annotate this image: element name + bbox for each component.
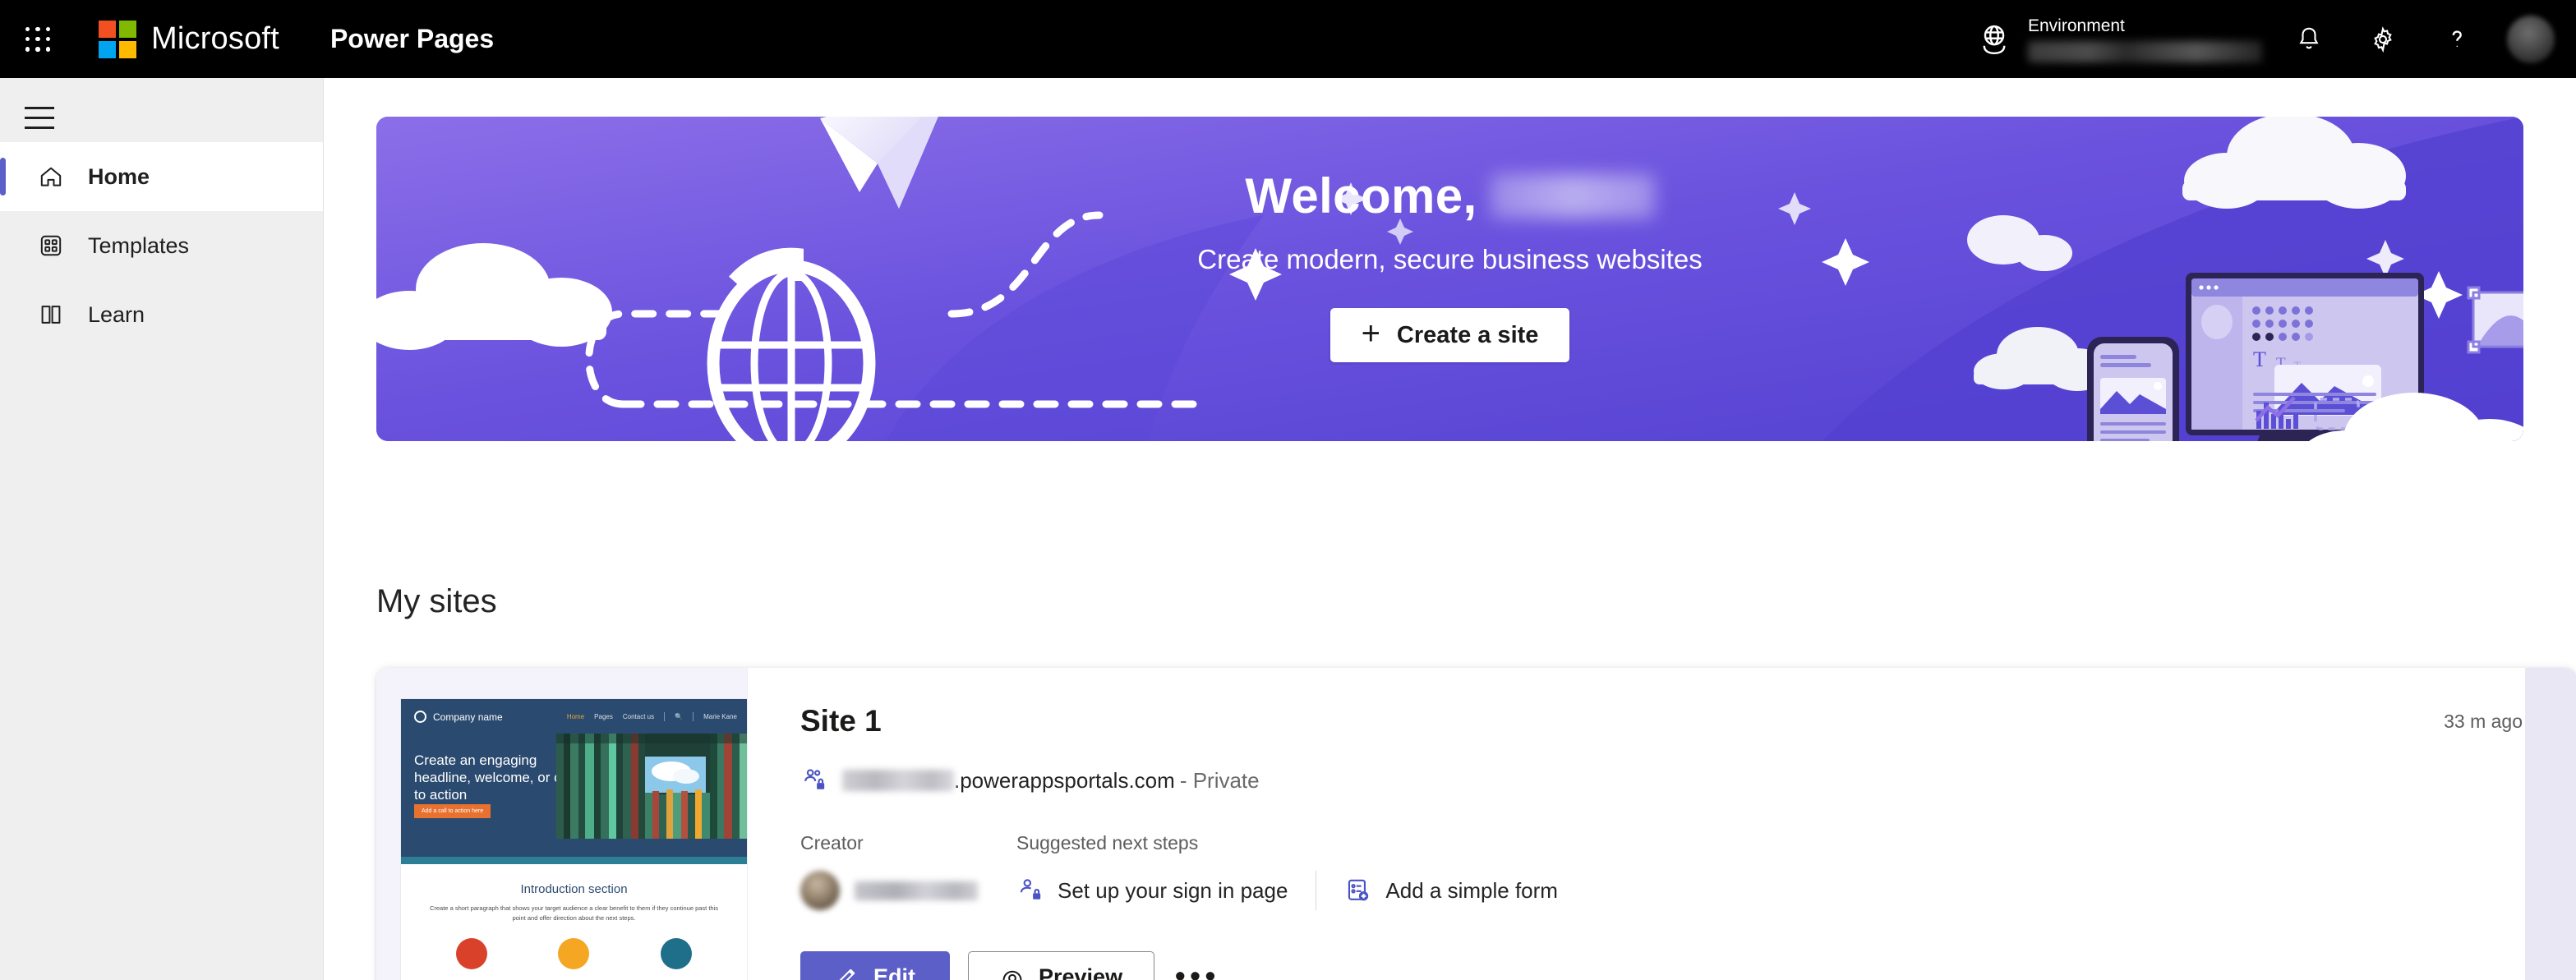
thumbnail-logo-icon [414, 711, 426, 723]
hero-text-block: Welcome, Create modern, secure business … [376, 168, 2523, 362]
site-name: Site 1 [800, 704, 882, 738]
thumbnail-nav-user: Marie Kane [703, 713, 737, 720]
thumbnail-nav: Company name Home Pages Contact us 🔍 Mar… [401, 699, 747, 723]
person-lock-icon [1020, 879, 1041, 899]
suggested-next-steps-list: Set up your sign in page Add a simple fo… [1016, 871, 1558, 910]
bell-icon [2299, 27, 2319, 48]
site-meta-row: Creator Suggested next steps Set up your… [800, 832, 2576, 910]
sidebar-item-templates[interactable]: Templates [0, 211, 323, 280]
suggested-next-steps-label: Suggested next steps [1016, 832, 1199, 853]
edit-button-label: Edit [873, 964, 915, 980]
creator-name-redacted [855, 881, 978, 900]
suggested-next-steps-block: Suggested next steps Set up your sign in… [1016, 832, 1558, 910]
home-icon [37, 163, 65, 191]
creator-avatar [800, 871, 840, 910]
create-a-site-label: Create a site [1396, 321, 1539, 348]
sidebar-item-templates-label: Templates [88, 232, 190, 258]
microsoft-logo-icon [99, 20, 136, 58]
site-thumbnail-frame: Company name Home Pages Contact us 🔍 Mar… [401, 699, 747, 980]
site-actions-row: Edit Preview ••• [800, 951, 2576, 980]
brand-name: Microsoft [151, 21, 279, 56]
people-lock-icon [804, 769, 825, 789]
thumbnail-nav-home: Home [566, 713, 585, 720]
thumbnail-nav-divider-1 [664, 712, 666, 721]
book-icon [37, 301, 65, 329]
left-navigation-sidebar: Home Templates Learn [0, 78, 324, 980]
thumbnail-nav-links: Home Pages Contact us 🔍 Marie Kane [567, 712, 747, 721]
environment-value-redacted [2028, 41, 2262, 62]
thumbnail-nav-pages: Pages [594, 713, 613, 720]
top-bar-right-cluster: Environment [1977, 0, 2576, 78]
templates-grid-icon [37, 232, 65, 260]
gear-icon [2374, 25, 2392, 53]
site-card-details: Site 1 33 m ago .powerappsportals.com - … [748, 668, 2576, 980]
hero-subtitle: Create modern, secure business websites [1197, 244, 1703, 274]
next-step-add-a-simple-form[interactable]: Add a simple form [1344, 876, 1558, 904]
thumbnail-nav-contact: Contact us [622, 713, 655, 720]
thumbnail-nav-divider-2 [693, 712, 694, 721]
form-add-icon [1348, 879, 1369, 901]
help-button[interactable] [2430, 12, 2484, 67]
create-a-site-button[interactable]: + Create a site [1329, 308, 1570, 362]
thumbnail-intro-body: Create a short paragraph that shows your… [429, 904, 719, 922]
preview-button-label: Preview [1039, 964, 1123, 980]
thumbnail-feature-circles [401, 938, 747, 969]
thumbnail-hero-photo [556, 734, 747, 839]
environment-label: Environment [2028, 16, 2125, 35]
app-launcher-waffle-icon[interactable] [18, 20, 58, 59]
thumbnail-body: Introduction section Create a short para… [401, 882, 747, 969]
main-content-area: T T T [324, 78, 2576, 980]
site-last-modified: 33 m ago [2444, 711, 2523, 732]
creator-block: Creator [800, 832, 1016, 910]
hero-greeting-row: Welcome, [1245, 168, 1655, 224]
next-step-label: Set up your sign in page [1058, 877, 1288, 903]
user-avatar[interactable] [2507, 15, 2555, 63]
environment-picker[interactable]: Environment [1977, 16, 2262, 62]
pencil-icon [839, 968, 855, 980]
question-mark-icon [2452, 30, 2462, 47]
settings-button[interactable] [2356, 12, 2410, 67]
app-title: Power Pages [329, 24, 495, 53]
notifications-button[interactable] [2282, 12, 2336, 67]
environment-globe-icon [1983, 25, 2006, 54]
hero-user-name-redacted [1490, 173, 1655, 219]
sidebar-item-learn[interactable]: Learn [0, 280, 323, 349]
site-visibility: - Private [1179, 767, 1260, 793]
site-url-domain: .powerappsportals.com [954, 767, 1175, 793]
next-step-label: Add a simple form [1385, 877, 1558, 903]
books-photo-illustration [556, 734, 747, 839]
my-sites-heading: My sites [376, 583, 497, 619]
site-url-row: .powerappsportals.com - Private [800, 766, 2576, 794]
preview-button[interactable]: Preview [968, 951, 1155, 980]
sidebar-item-home[interactable]: Home [0, 142, 323, 211]
hero-welcome-text: Welcome, [1245, 168, 1477, 223]
sidebar-item-home-label: Home [88, 163, 150, 189]
thumbnail-company-name: Company name [433, 711, 503, 723]
thumbnail-cta-button: Add a call to action here [414, 804, 491, 818]
microsoft-logo[interactable]: Microsoft [99, 20, 279, 58]
sidebar-item-learn-label: Learn [88, 301, 145, 327]
eye-icon [1002, 970, 1022, 980]
site-card: Company name Home Pages Contact us 🔍 Mar… [376, 668, 2576, 980]
site-card-right-band [2525, 668, 2576, 980]
thumbnail-accent-bar [401, 857, 747, 864]
search-icon: 🔍 [675, 713, 684, 720]
creator-row [800, 871, 1016, 910]
hamburger-menu-icon[interactable] [21, 93, 79, 142]
plus-icon: + [1361, 315, 1380, 352]
edit-button[interactable]: Edit [800, 951, 950, 980]
next-step-set-up-sign-in-page[interactable]: Set up your sign in page [1016, 876, 1288, 904]
thumbnail-intro-title: Introduction section [520, 882, 628, 896]
top-app-bar: Microsoft Power Pages Environment [0, 0, 2576, 78]
site-url-prefix-redacted [842, 770, 954, 791]
site-thumbnail-preview[interactable]: Company name Home Pages Contact us 🔍 Mar… [376, 668, 748, 980]
welcome-hero-banner: T T T [376, 117, 2523, 441]
creator-label: Creator [800, 832, 864, 853]
thumbnail-site-header: Company name Home Pages Contact us 🔍 Mar… [401, 699, 747, 857]
more-options-button[interactable]: ••• [1169, 951, 1225, 980]
